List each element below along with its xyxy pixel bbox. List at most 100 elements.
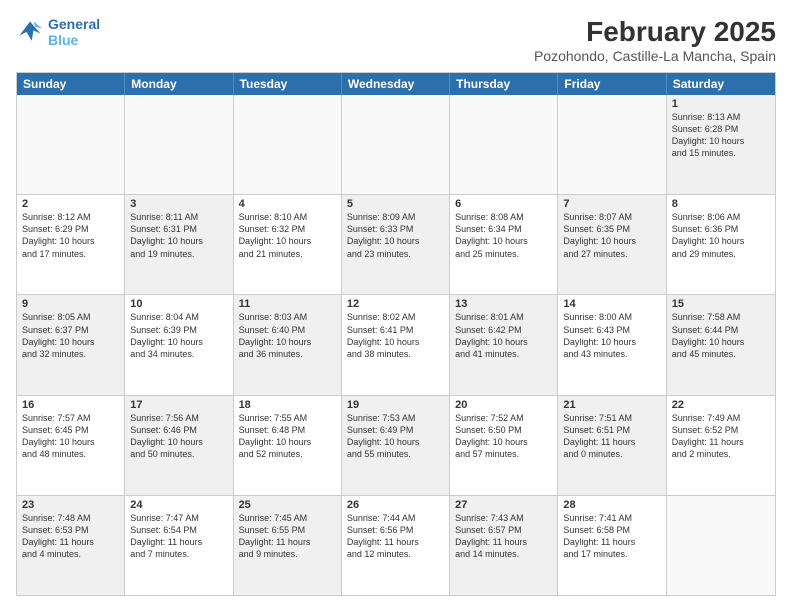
day-number: 28 [563, 499, 660, 511]
calendar-cell: 9Sunrise: 8:05 AM Sunset: 6:37 PM Daylig… [17, 295, 125, 394]
cell-info: Sunrise: 7:56 AM Sunset: 6:46 PM Dayligh… [130, 412, 227, 461]
cell-info: Sunrise: 7:51 AM Sunset: 6:51 PM Dayligh… [563, 412, 660, 461]
calendar-cell: 11Sunrise: 8:03 AM Sunset: 6:40 PM Dayli… [234, 295, 342, 394]
calendar-cell [450, 95, 558, 194]
day-number: 20 [455, 399, 552, 411]
day-headers: SundayMondayTuesdayWednesdayThursdayFrid… [17, 73, 775, 95]
day-number: 12 [347, 298, 444, 310]
calendar-cell [234, 95, 342, 194]
logo-text: General Blue [48, 16, 100, 48]
cell-info: Sunrise: 7:43 AM Sunset: 6:57 PM Dayligh… [455, 512, 552, 561]
day-number: 13 [455, 298, 552, 310]
cell-info: Sunrise: 7:53 AM Sunset: 6:49 PM Dayligh… [347, 412, 444, 461]
calendar-cell: 1Sunrise: 8:13 AM Sunset: 6:28 PM Daylig… [667, 95, 775, 194]
calendar-cell [125, 95, 233, 194]
day-number: 1 [672, 98, 770, 110]
calendar-cell: 18Sunrise: 7:55 AM Sunset: 6:48 PM Dayli… [234, 396, 342, 495]
weeks-container: 1Sunrise: 8:13 AM Sunset: 6:28 PM Daylig… [17, 95, 775, 595]
calendar-cell: 10Sunrise: 8:04 AM Sunset: 6:39 PM Dayli… [125, 295, 233, 394]
calendar-cell: 17Sunrise: 7:56 AM Sunset: 6:46 PM Dayli… [125, 396, 233, 495]
cell-info: Sunrise: 7:47 AM Sunset: 6:54 PM Dayligh… [130, 512, 227, 561]
week-row-0: 1Sunrise: 8:13 AM Sunset: 6:28 PM Daylig… [17, 95, 775, 194]
calendar-cell [342, 95, 450, 194]
cell-info: Sunrise: 8:04 AM Sunset: 6:39 PM Dayligh… [130, 311, 227, 360]
day-header-monday: Monday [125, 73, 233, 95]
day-number: 19 [347, 399, 444, 411]
cell-info: Sunrise: 8:10 AM Sunset: 6:32 PM Dayligh… [239, 211, 336, 260]
cell-info: Sunrise: 8:08 AM Sunset: 6:34 PM Dayligh… [455, 211, 552, 260]
day-number: 3 [130, 198, 227, 210]
calendar-cell: 8Sunrise: 8:06 AM Sunset: 6:36 PM Daylig… [667, 195, 775, 294]
day-number: 11 [239, 298, 336, 310]
day-header-sunday: Sunday [17, 73, 125, 95]
calendar-cell: 7Sunrise: 8:07 AM Sunset: 6:35 PM Daylig… [558, 195, 666, 294]
calendar-cell [17, 95, 125, 194]
calendar-cell [667, 496, 775, 595]
day-number: 25 [239, 499, 336, 511]
calendar-cell: 4Sunrise: 8:10 AM Sunset: 6:32 PM Daylig… [234, 195, 342, 294]
day-header-wednesday: Wednesday [342, 73, 450, 95]
cell-info: Sunrise: 8:02 AM Sunset: 6:41 PM Dayligh… [347, 311, 444, 360]
cell-info: Sunrise: 8:03 AM Sunset: 6:40 PM Dayligh… [239, 311, 336, 360]
day-number: 27 [455, 499, 552, 511]
logo: General Blue [16, 16, 100, 48]
week-row-4: 23Sunrise: 7:48 AM Sunset: 6:53 PM Dayli… [17, 495, 775, 595]
cell-info: Sunrise: 8:09 AM Sunset: 6:33 PM Dayligh… [347, 211, 444, 260]
cell-info: Sunrise: 7:44 AM Sunset: 6:56 PM Dayligh… [347, 512, 444, 561]
week-row-2: 9Sunrise: 8:05 AM Sunset: 6:37 PM Daylig… [17, 294, 775, 394]
day-number: 4 [239, 198, 336, 210]
cell-info: Sunrise: 8:01 AM Sunset: 6:42 PM Dayligh… [455, 311, 552, 360]
day-header-tuesday: Tuesday [234, 73, 342, 95]
day-header-saturday: Saturday [667, 73, 775, 95]
calendar-cell: 24Sunrise: 7:47 AM Sunset: 6:54 PM Dayli… [125, 496, 233, 595]
cell-info: Sunrise: 7:52 AM Sunset: 6:50 PM Dayligh… [455, 412, 552, 461]
week-row-1: 2Sunrise: 8:12 AM Sunset: 6:29 PM Daylig… [17, 194, 775, 294]
calendar-cell: 5Sunrise: 8:09 AM Sunset: 6:33 PM Daylig… [342, 195, 450, 294]
calendar-cell: 23Sunrise: 7:48 AM Sunset: 6:53 PM Dayli… [17, 496, 125, 595]
calendar-cell: 19Sunrise: 7:53 AM Sunset: 6:49 PM Dayli… [342, 396, 450, 495]
calendar-cell: 12Sunrise: 8:02 AM Sunset: 6:41 PM Dayli… [342, 295, 450, 394]
day-header-thursday: Thursday [450, 73, 558, 95]
calendar-cell: 28Sunrise: 7:41 AM Sunset: 6:58 PM Dayli… [558, 496, 666, 595]
day-number: 24 [130, 499, 227, 511]
day-header-friday: Friday [558, 73, 666, 95]
calendar-cell: 14Sunrise: 8:00 AM Sunset: 6:43 PM Dayli… [558, 295, 666, 394]
calendar-cell: 25Sunrise: 7:45 AM Sunset: 6:55 PM Dayli… [234, 496, 342, 595]
day-number: 9 [22, 298, 119, 310]
calendar-cell: 20Sunrise: 7:52 AM Sunset: 6:50 PM Dayli… [450, 396, 558, 495]
day-number: 22 [672, 399, 770, 411]
calendar-cell: 22Sunrise: 7:49 AM Sunset: 6:52 PM Dayli… [667, 396, 775, 495]
cell-info: Sunrise: 7:55 AM Sunset: 6:48 PM Dayligh… [239, 412, 336, 461]
week-row-3: 16Sunrise: 7:57 AM Sunset: 6:45 PM Dayli… [17, 395, 775, 495]
calendar-cell: 3Sunrise: 8:11 AM Sunset: 6:31 PM Daylig… [125, 195, 233, 294]
page: General Blue February 2025 Pozohondo, Ca… [0, 0, 792, 612]
day-number: 6 [455, 198, 552, 210]
day-number: 15 [672, 298, 770, 310]
calendar-cell: 6Sunrise: 8:08 AM Sunset: 6:34 PM Daylig… [450, 195, 558, 294]
cell-info: Sunrise: 8:00 AM Sunset: 6:43 PM Dayligh… [563, 311, 660, 360]
day-number: 2 [22, 198, 119, 210]
calendar-cell: 16Sunrise: 7:57 AM Sunset: 6:45 PM Dayli… [17, 396, 125, 495]
subtitle: Pozohondo, Castille-La Mancha, Spain [534, 48, 776, 64]
calendar-cell: 27Sunrise: 7:43 AM Sunset: 6:57 PM Dayli… [450, 496, 558, 595]
cell-info: Sunrise: 7:45 AM Sunset: 6:55 PM Dayligh… [239, 512, 336, 561]
calendar-cell [558, 95, 666, 194]
title-block: February 2025 Pozohondo, Castille-La Man… [534, 16, 776, 64]
cell-info: Sunrise: 7:58 AM Sunset: 6:44 PM Dayligh… [672, 311, 770, 360]
day-number: 14 [563, 298, 660, 310]
day-number: 26 [347, 499, 444, 511]
day-number: 10 [130, 298, 227, 310]
day-number: 7 [563, 198, 660, 210]
calendar-cell: 2Sunrise: 8:12 AM Sunset: 6:29 PM Daylig… [17, 195, 125, 294]
cell-info: Sunrise: 8:12 AM Sunset: 6:29 PM Dayligh… [22, 211, 119, 260]
calendar: SundayMondayTuesdayWednesdayThursdayFrid… [16, 72, 776, 596]
calendar-cell: 15Sunrise: 7:58 AM Sunset: 6:44 PM Dayli… [667, 295, 775, 394]
day-number: 23 [22, 499, 119, 511]
cell-info: Sunrise: 8:11 AM Sunset: 6:31 PM Dayligh… [130, 211, 227, 260]
header: General Blue February 2025 Pozohondo, Ca… [16, 16, 776, 64]
day-number: 17 [130, 399, 227, 411]
day-number: 16 [22, 399, 119, 411]
cell-info: Sunrise: 7:49 AM Sunset: 6:52 PM Dayligh… [672, 412, 770, 461]
day-number: 5 [347, 198, 444, 210]
day-number: 18 [239, 399, 336, 411]
